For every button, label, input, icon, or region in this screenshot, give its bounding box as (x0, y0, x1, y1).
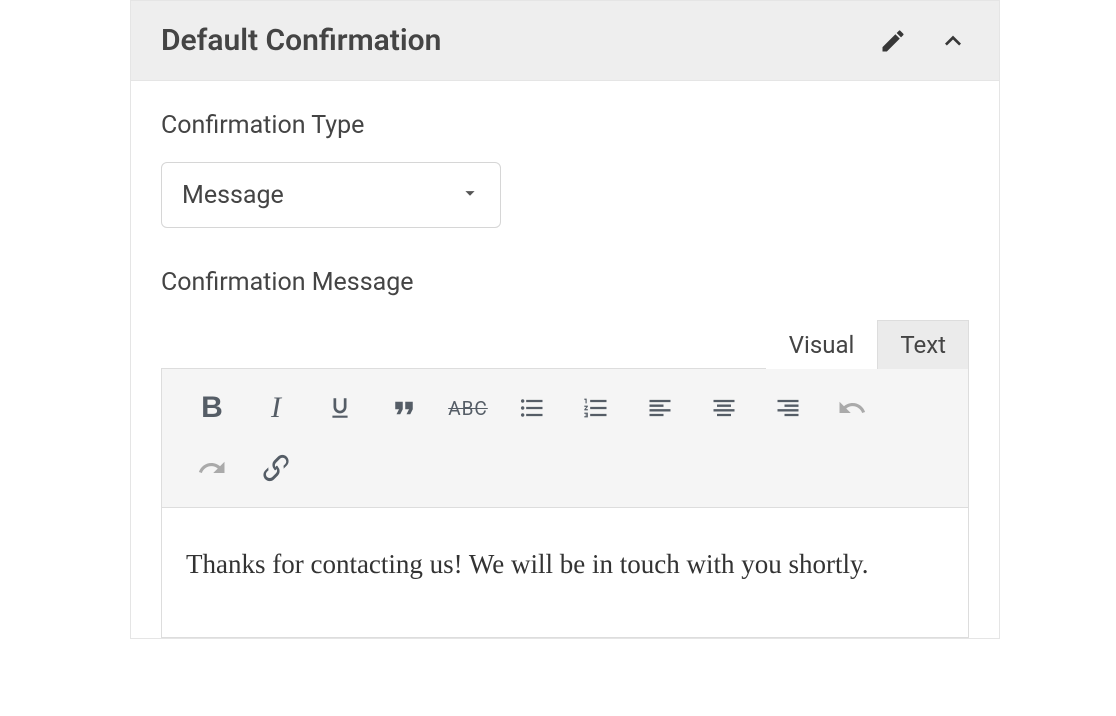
chevron-up-icon[interactable] (937, 25, 969, 57)
editor-tabs: Visual Text (161, 319, 969, 368)
align-right-button[interactable] (756, 383, 820, 433)
numbered-list-button[interactable] (564, 383, 628, 433)
bold-button[interactable]: B (180, 383, 244, 433)
confirmation-type-select[interactable]: Message (161, 162, 501, 228)
redo-button[interactable] (180, 443, 244, 493)
confirmation-panel: Default Confirmation Confirmation Type M… (130, 0, 1000, 639)
strikethrough-button[interactable]: ABC (436, 383, 500, 433)
bullet-list-button[interactable] (500, 383, 564, 433)
confirmation-type-value: Message (161, 162, 501, 228)
editor-content[interactable]: Thanks for contacting us! We will be in … (161, 508, 969, 638)
editor-toolbar: B I ABC (161, 368, 969, 508)
blockquote-button[interactable] (372, 383, 436, 433)
tab-visual[interactable]: Visual (766, 320, 878, 369)
edit-icon[interactable] (877, 25, 909, 57)
header-icons (877, 25, 969, 57)
message-text: Thanks for contacting us! We will be in … (186, 549, 868, 579)
italic-button[interactable]: I (244, 383, 308, 433)
confirmation-message-label: Confirmation Message (161, 268, 969, 297)
panel-body: Confirmation Type Message Confirmation M… (131, 81, 999, 638)
undo-button[interactable] (820, 383, 884, 433)
underline-button[interactable] (308, 383, 372, 433)
align-center-button[interactable] (692, 383, 756, 433)
link-button[interactable] (244, 443, 308, 493)
confirmation-type-label: Confirmation Type (161, 111, 969, 140)
align-left-button[interactable] (628, 383, 692, 433)
panel-title: Default Confirmation (161, 23, 441, 58)
panel-header: Default Confirmation (131, 1, 999, 81)
tab-text[interactable]: Text (877, 320, 969, 369)
